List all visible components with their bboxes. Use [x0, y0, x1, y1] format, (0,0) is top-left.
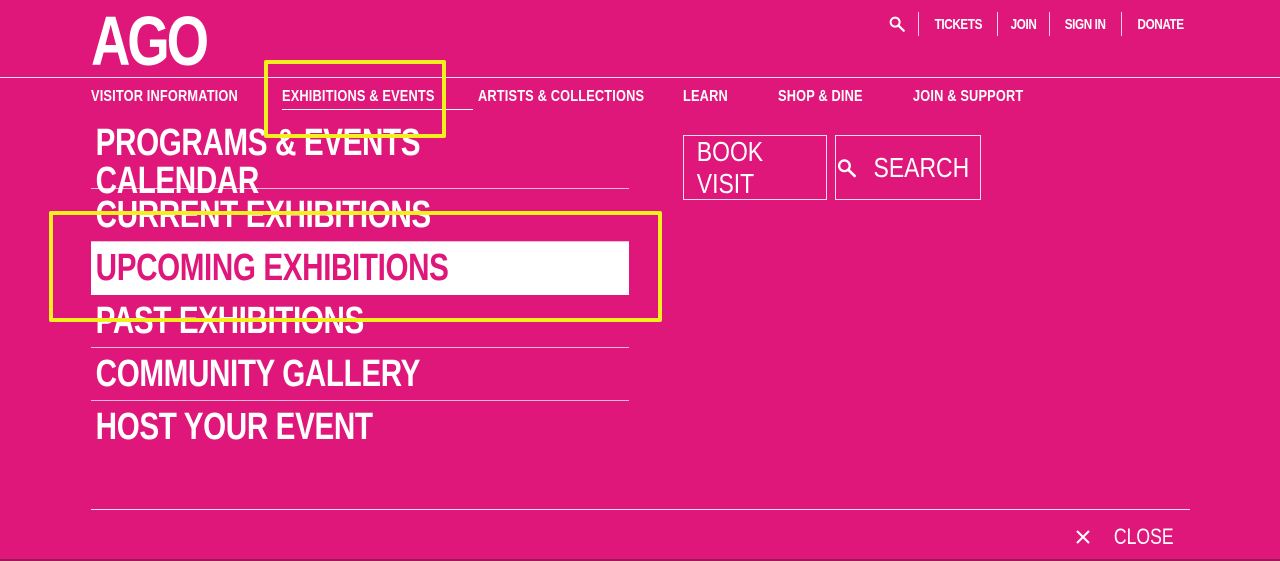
menu-item-programs-events-calendar[interactable]: PROGRAMS & EVENTS CALENDAR [91, 124, 629, 200]
book-visit-button[interactable]: BOOK VISIT [683, 135, 827, 200]
utility-donate-link[interactable]: DONATE [1120, 12, 1190, 36]
close-menu-button[interactable]: CLOSE [1075, 524, 1174, 550]
header-divider [0, 77, 1280, 78]
nav-visitor-information[interactable]: VISITOR INFORMATION [91, 88, 275, 106]
ago-logo[interactable]: AGO [91, 6, 209, 76]
menu-actions: BOOK VISIT SEARCH [683, 135, 981, 200]
menu-item-host-your-event[interactable]: HOST YOUR EVENT [91, 401, 629, 453]
nav-learn[interactable]: LEARN [683, 88, 739, 106]
search-button[interactable]: SEARCH [835, 135, 981, 200]
utility-nav: TICKETS JOIN SIGN IN DONATE [888, 12, 1190, 36]
menu-bottom-divider [91, 509, 1190, 510]
nav-join-support[interactable]: JOIN & SUPPORT [913, 88, 1051, 106]
highlight-annotation-menu [49, 211, 662, 322]
utility-tickets-link[interactable]: TICKETS [917, 12, 998, 36]
search-icon[interactable] [888, 15, 906, 33]
highlight-annotation-nav [264, 60, 446, 138]
nav-artists-collections[interactable]: ARTISTS & COLLECTIONS [478, 88, 686, 106]
nav-shop-dine[interactable]: SHOP & DINE [778, 88, 884, 106]
menu-item-community-gallery[interactable]: COMMUNITY GALLERY [91, 348, 629, 401]
search-icon [837, 158, 856, 177]
utility-join-link[interactable]: JOIN [997, 12, 1049, 36]
utility-sign-in-link[interactable]: SIGN IN [1049, 12, 1120, 36]
close-icon [1076, 530, 1091, 544]
